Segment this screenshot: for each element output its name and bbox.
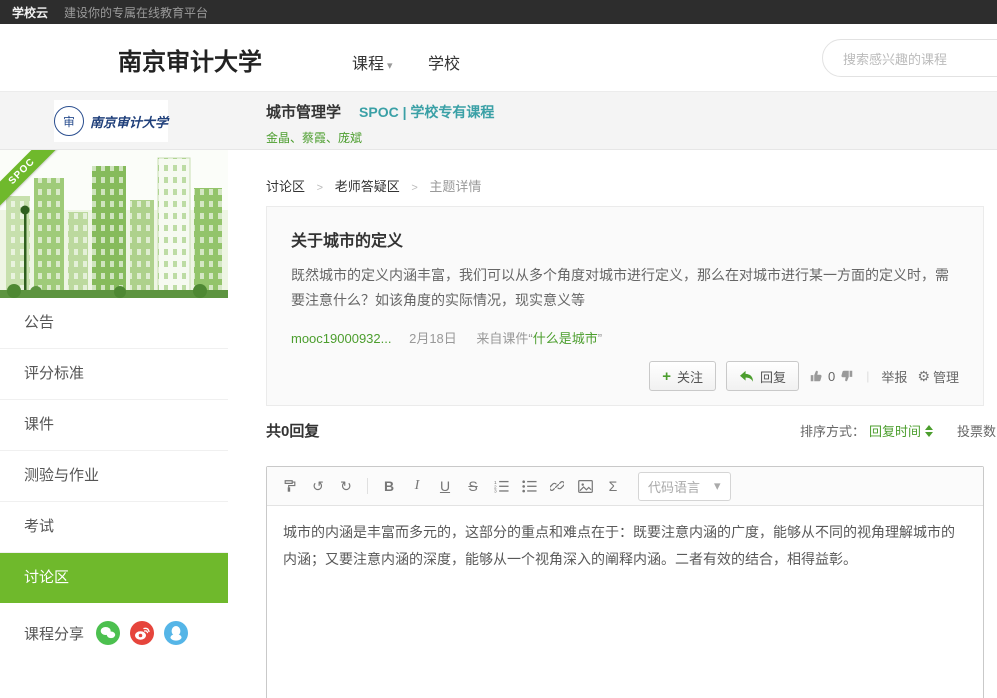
like-group: 0	[809, 369, 854, 384]
breadcrumb-discussion[interactable]: 讨论区	[266, 179, 305, 194]
reply-button[interactable]: 回复	[726, 361, 799, 391]
topic-title: 关于城市的定义	[291, 227, 959, 251]
sidebar-item-grading[interactable]: 评分标准	[0, 349, 228, 400]
follow-label: 关注	[677, 367, 703, 386]
spoc-badge: SPOC | 学校专有课程	[359, 102, 494, 122]
sort-label: 排序方式：	[800, 421, 865, 440]
nav-courses-label: 课程	[352, 56, 384, 73]
search-input[interactable]	[841, 40, 997, 78]
report-label: 举报	[881, 367, 907, 386]
site-header: 南京审计大学 课程▾ 学校	[0, 24, 997, 92]
brand-link[interactable]: 学校云	[12, 4, 48, 21]
replies-count: 共0回复	[266, 420, 319, 441]
strikethrough-button[interactable]: S	[460, 473, 486, 499]
reply-arrow-icon	[739, 370, 754, 383]
breadcrumb-separator-icon: >	[317, 182, 323, 194]
report-button[interactable]: 举报	[881, 367, 907, 386]
breadcrumb-separator-icon: >	[411, 182, 417, 194]
gear-icon: ⚙	[917, 368, 930, 385]
topic-author-link[interactable]: mooc19000932...	[291, 331, 391, 346]
reply-editor: ↺ ↻ B I U S 1 2 3	[266, 466, 984, 698]
reply-label: 回复	[760, 367, 786, 386]
follow-button[interactable]: + 关注	[649, 361, 716, 391]
bold-button[interactable]: B	[376, 473, 402, 499]
sidebar-item-announcements[interactable]: 公告	[0, 298, 228, 349]
thumb-down-icon[interactable]	[840, 369, 854, 383]
sidebar-item-quizzes[interactable]: 测验与作业	[0, 451, 228, 502]
page: 学校云 建设你的专属在线教育平台 南京审计大学 课程▾ 学校 审 南京审计大学 …	[0, 0, 997, 698]
sidebar: SPOC 公告 评分标准 课件 测验与作业 考试 讨论区 课程分享	[0, 150, 228, 698]
university-name[interactable]: 南京审计大学	[118, 42, 262, 77]
topbar: 学校云 建设你的专属在线教育平台	[0, 0, 997, 24]
sort-by-reply-time[interactable]: 回复时间	[869, 421, 933, 440]
sort-box: 排序方式： 回复时间 投票数	[800, 421, 996, 440]
formula-sigma-icon[interactable]: Σ	[600, 473, 626, 499]
university-logo: 审 南京审计大学	[54, 100, 168, 142]
manage-button[interactable]: ⚙ 管理	[917, 367, 959, 386]
main-content: 讨论区 > 老师答疑区 > 主题详情 关于城市的定义 既然城市的定义内涵丰富，我…	[228, 150, 997, 698]
university-seal-icon: 审	[54, 106, 84, 136]
breadcrumb-topic-detail: 主题详情	[429, 179, 481, 194]
wechat-share-icon[interactable]	[96, 621, 120, 645]
qq-share-icon[interactable]	[164, 621, 188, 645]
editor-content[interactable]: 城市的内涵是丰富而多元的，这部分的重点和难点在于：既要注意内涵的广度，能够从不同…	[267, 506, 983, 698]
link-icon[interactable]	[544, 473, 570, 499]
undo-icon[interactable]: ↺	[305, 473, 331, 499]
editor-toolbar: ↺ ↻ B I U S 1 2 3	[267, 467, 983, 506]
course-subheader: 审 南京审计大学 城市管理学 SPOC | 学校专有课程 金晶、蔡霞、庞斌	[0, 92, 997, 150]
svg-text:3: 3	[494, 489, 497, 493]
topic-source-prefix: 来自课件“	[476, 331, 532, 346]
manage-label: 管理	[933, 367, 959, 386]
breadcrumb-teacher-qa[interactable]: 老师答疑区	[335, 179, 400, 194]
topic-actions: + 关注 回复 0 |	[291, 361, 959, 391]
topic-card: 关于城市的定义 既然城市的定义内涵丰富，我们可以从多个角度对城市进行定义，那么在…	[266, 206, 984, 406]
unordered-list-icon[interactable]	[516, 473, 542, 499]
course-teachers: 金晶、蔡霞、庞斌	[266, 129, 494, 146]
underline-button[interactable]: U	[432, 473, 458, 499]
topic-body: 既然城市的定义内涵丰富，我们可以从多个角度对城市进行定义，那么在对城市进行某一方…	[291, 263, 959, 312]
topbar-slogan: 建设你的专属在线教育平台	[64, 4, 208, 21]
city-illustration	[0, 150, 228, 298]
toolbar-divider	[367, 478, 368, 494]
topic-source-suffix: ”	[598, 331, 602, 346]
ordered-list-icon[interactable]: 1 2 3	[488, 473, 514, 499]
redo-icon[interactable]: ↻	[333, 473, 359, 499]
university-logo-text: 南京审计大学	[90, 112, 168, 131]
image-icon[interactable]	[572, 473, 598, 499]
course-title: 城市管理学	[266, 101, 341, 122]
code-language-label: 代码语言	[648, 477, 700, 496]
weibo-share-icon[interactable]	[130, 621, 154, 645]
topic-date: 2月18日	[409, 331, 457, 346]
share-label: 课程分享	[24, 623, 84, 644]
italic-button[interactable]: I	[404, 473, 430, 499]
nav-courses[interactable]: 课程▾	[352, 50, 393, 74]
course-info: 城市管理学 SPOC | 学校专有课程 金晶、蔡霞、庞斌	[266, 101, 494, 146]
topic-meta: mooc19000932... 2月18日 来自课件“什么是城市”	[291, 328, 959, 347]
nav-school[interactable]: 学校	[428, 50, 460, 74]
sort-arrows-icon	[925, 425, 933, 437]
plus-icon: +	[662, 368, 671, 385]
search-box	[822, 39, 997, 77]
sidebar-item-exams[interactable]: 考试	[0, 502, 228, 553]
breadcrumb: 讨论区 > 老师答疑区 > 主题详情	[266, 176, 481, 195]
format-brush-icon[interactable]	[277, 473, 303, 499]
code-language-dropdown[interactable]: 代码语言 ▾	[638, 472, 731, 501]
divider: |	[866, 369, 869, 383]
replies-bar: 共0回复 排序方式： 回复时间 投票数	[266, 420, 996, 441]
chevron-down-icon: ▾	[387, 60, 393, 72]
course-cover-image: SPOC	[0, 150, 228, 298]
sidebar-item-discussion[interactable]: 讨论区	[0, 553, 228, 603]
like-count: 0	[828, 369, 835, 384]
sort-primary-label: 回复时间	[869, 421, 921, 440]
sidebar-item-courseware[interactable]: 课件	[0, 400, 228, 451]
chevron-down-icon: ▾	[714, 478, 721, 494]
topic-source-link[interactable]: 什么是城市	[533, 331, 598, 346]
course-share-row: 课程分享	[0, 603, 228, 663]
thumb-up-icon[interactable]	[809, 369, 823, 383]
nav-school-label: 学校	[428, 56, 460, 73]
sort-by-votes[interactable]: 投票数	[957, 421, 996, 440]
